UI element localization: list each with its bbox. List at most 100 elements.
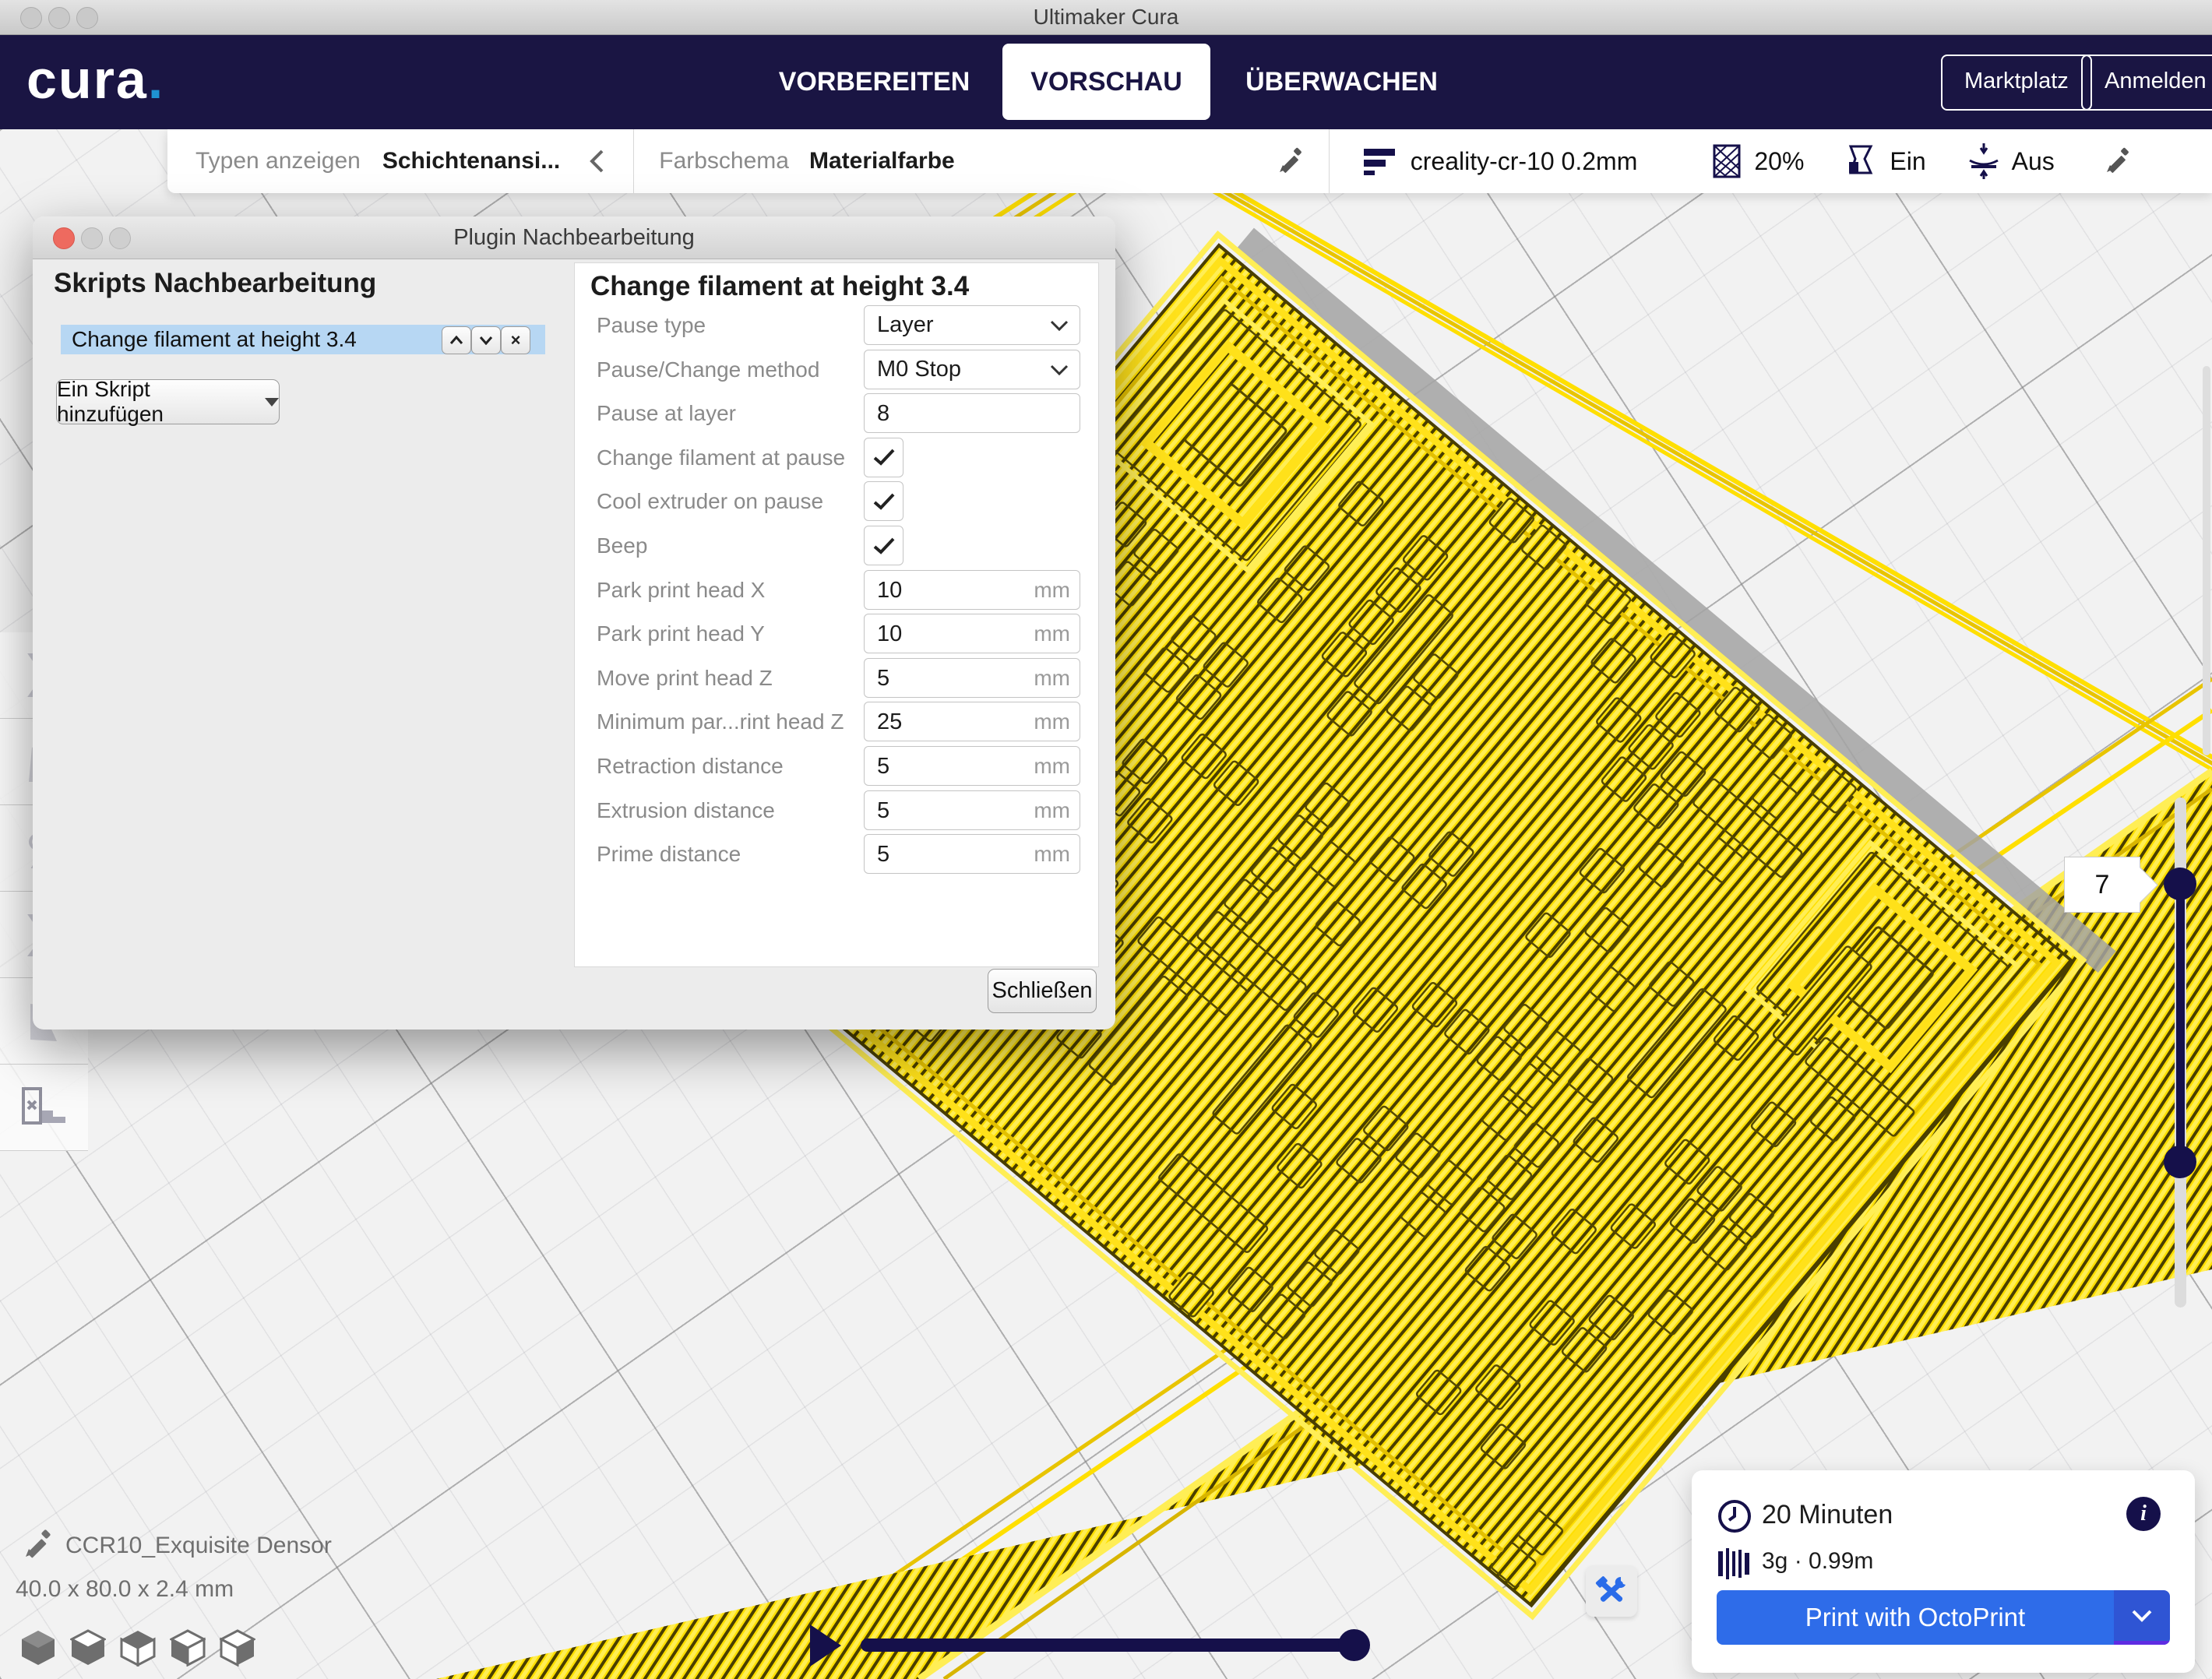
field-select[interactable]: Layer [864, 305, 1080, 345]
field-input[interactable] [865, 614, 1027, 654]
post-processing-dialog: Plugin Nachbearbeitung Skripts Nachbearb… [33, 216, 1115, 1030]
edit-print-settings-pencil-icon[interactable] [2101, 146, 2133, 177]
dialog-title: Plugin Nachbearbeitung [33, 216, 1115, 259]
field-select[interactable]: M0 Stop [864, 350, 1080, 389]
color-scheme-label: Farbschema [659, 148, 789, 174]
field-label: Prime distance [597, 842, 741, 867]
clock-icon [1717, 1498, 1752, 1534]
script-settings-title: Change filament at height 3.4 [590, 271, 969, 302]
field-input-box: mm [864, 746, 1080, 786]
marketplace-button[interactable]: Marktplatz [1941, 55, 2092, 111]
chevron-down-icon [479, 336, 493, 345]
infill-icon [1712, 142, 1742, 181]
view-front-icon[interactable] [70, 1629, 106, 1667]
path-timeline-handle[interactable] [1338, 1629, 1370, 1661]
layer-number-tooltip: 7 [2064, 857, 2140, 913]
field-label: Pause/Change method [597, 357, 819, 382]
field-label: Park print head X [597, 578, 765, 603]
hammer-wrench-icon [1594, 1574, 1629, 1608]
monitor-settings-button[interactable] [1586, 1565, 1637, 1617]
print-settings-summary[interactable]: creality-cr-10 0.2mm 20% Ein Aus [1362, 140, 2133, 182]
chevron-up-icon [449, 336, 463, 345]
tab-ueberwachen[interactable]: ÜBERWACHEN [1238, 34, 1445, 129]
field-label: Retraction distance [597, 754, 784, 779]
field-input[interactable] [865, 791, 1027, 831]
view-orientation-buttons [20, 1629, 255, 1667]
view-top-icon[interactable] [120, 1629, 156, 1667]
print-summary-card: 20 Minuten i 3g · 0.99m Print with OctoP… [1692, 1470, 2195, 1673]
print-with-octoprint-button[interactable]: Print with OctoPrint [1717, 1590, 2114, 1645]
collapse-chevron-icon[interactable] [588, 148, 605, 174]
adhesion-value: Aus [2012, 147, 2055, 176]
viewport-scrollbar[interactable] [2203, 366, 2210, 755]
info-icon[interactable]: i [2126, 1497, 2161, 1531]
field-label: Change filament at pause [597, 445, 845, 470]
layer-slider-lower-handle[interactable] [2164, 1146, 2196, 1178]
field-unit: mm [1034, 659, 1070, 697]
field-input[interactable] [865, 394, 1027, 434]
print-time-estimate: 20 Minuten [1762, 1500, 1893, 1530]
layer-slider-range[interactable] [2176, 884, 2185, 1162]
field-label: Minimum par...rint head Z [597, 709, 844, 734]
material-usage-estimate: 3g · 0.99m [1762, 1548, 1873, 1575]
field-unit: mm [1034, 702, 1070, 741]
field-input[interactable] [865, 747, 1027, 787]
field-unit: mm [1034, 791, 1070, 829]
field-label: Extrusion distance [597, 798, 775, 823]
view-right-icon[interactable] [220, 1629, 255, 1667]
check-icon [873, 537, 895, 554]
check-icon [873, 449, 895, 466]
chevron-down-icon [1050, 320, 1069, 333]
view-options-toolbar: Typen anzeigen Schichtenansi... Farbsche… [167, 129, 2212, 193]
app-header: cura. VORBEREITEN VORSCHAU ÜBERWACHEN Ma… [0, 34, 2212, 129]
path-timeline-slider[interactable] [861, 1639, 1368, 1652]
field-unit: mm [1034, 614, 1070, 653]
move-script-down-button[interactable] [471, 326, 501, 354]
logo-dot: . [148, 49, 164, 110]
window-title: Ultimaker Cura [0, 0, 2212, 34]
print-button-group: Print with OctoPrint [1717, 1590, 2170, 1645]
field-input-box: mm [864, 614, 1080, 653]
print-options-chevron-button[interactable] [2114, 1590, 2170, 1645]
field-input[interactable] [865, 571, 1027, 611]
tab-vorschau[interactable]: VORSCHAU [1002, 44, 1210, 120]
edit-colorscheme-pencil-icon[interactable] [1274, 146, 1305, 177]
remove-script-button[interactable]: × [501, 326, 530, 354]
move-script-up-button[interactable] [442, 326, 471, 354]
field-label: Beep [597, 533, 647, 558]
rename-pencil-icon[interactable] [20, 1528, 55, 1562]
field-input[interactable] [865, 659, 1027, 699]
field-input-box [864, 393, 1080, 433]
add-script-button[interactable]: Ein Skript hinzufügen [56, 379, 280, 424]
printer-profile: creality-cr-10 0.2mm [1411, 147, 1638, 176]
field-checkbox[interactable] [864, 481, 903, 521]
field-input-box: mm [864, 790, 1080, 830]
field-input-box: mm [864, 834, 1080, 874]
view-left-icon[interactable] [170, 1629, 206, 1667]
chevron-down-icon [2131, 1609, 2153, 1623]
layer-slider-upper-handle[interactable] [2164, 868, 2196, 900]
field-input[interactable] [865, 835, 1027, 875]
field-unit: mm [1034, 571, 1070, 609]
check-icon [873, 493, 895, 510]
window-titlebar: Ultimaker Cura [0, 0, 2212, 35]
per-model-settings-icon [19, 1084, 70, 1131]
field-checkbox[interactable] [864, 438, 903, 477]
field-checkbox[interactable] [864, 526, 903, 565]
signin-button[interactable]: Anmelden [2081, 55, 2212, 111]
field-input-box: mm [864, 570, 1080, 610]
view-3d-icon[interactable] [20, 1629, 56, 1667]
field-label: Move print head Z [597, 666, 773, 691]
field-input[interactable] [865, 702, 1027, 742]
per-model-settings-button[interactable] [0, 1065, 88, 1151]
view-type-dropdown[interactable]: Schichtenansi... [382, 148, 560, 174]
play-button[interactable] [810, 1624, 841, 1667]
cura-logo: cura. [26, 48, 164, 111]
support-value: Ein [1890, 147, 1925, 176]
close-dialog-button[interactable]: Schließen [988, 969, 1097, 1013]
layers-icon [1362, 144, 1398, 178]
field-label: Park print head Y [597, 621, 765, 646]
tab-vorbereiten[interactable]: VORBEREITEN [771, 34, 977, 129]
color-scheme-dropdown[interactable]: Materialfarbe [809, 148, 955, 174]
field-label: Pause type [597, 313, 706, 338]
